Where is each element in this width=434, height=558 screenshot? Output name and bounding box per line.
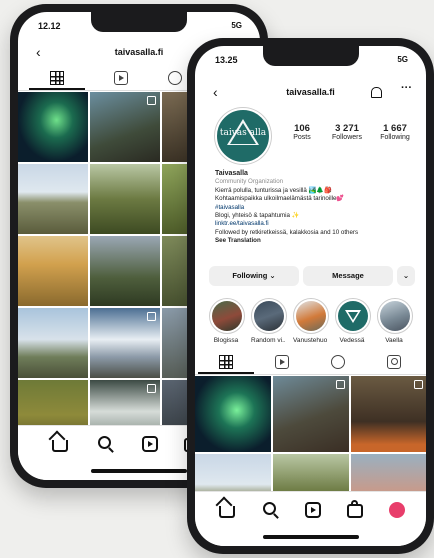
- highlight-label: Blogissa: [213, 337, 239, 344]
- following-button[interactable]: Following ⌄: [209, 266, 299, 286]
- search-icon[interactable]: [98, 436, 111, 449]
- post-thumbnail[interactable]: [18, 236, 88, 306]
- highlight-label: Vaella: [385, 337, 403, 344]
- down-triangle-inner: [348, 312, 358, 320]
- stat-value: 1 667: [383, 123, 407, 134]
- reels-icon[interactable]: [275, 355, 289, 369]
- home-indicator: [91, 469, 187, 473]
- profile-tabs: [195, 352, 426, 375]
- bottom-nav: [195, 491, 426, 546]
- reels-icon[interactable]: [305, 502, 321, 518]
- highlight-item[interactable]: Blogissa: [209, 298, 245, 344]
- guides-icon[interactable]: [331, 355, 345, 369]
- post-thumbnail[interactable]: [195, 376, 271, 452]
- highlight-image: [338, 301, 368, 331]
- highlight-ring: [377, 298, 413, 334]
- multi-post-icon: [336, 380, 345, 389]
- bio-category: Community Organization: [215, 178, 284, 186]
- highlight-label: Vedessä: [339, 337, 365, 344]
- post-thumbnail[interactable]: [18, 164, 88, 234]
- highlight-ring: [209, 298, 245, 334]
- highlight-item[interactable]: Vanustehuol...: [293, 298, 329, 344]
- stat-label: Followers: [332, 134, 362, 141]
- see-translation[interactable]: See Translation: [215, 237, 412, 245]
- status-time: 12.12: [38, 21, 61, 31]
- highlight-item[interactable]: Random vi...: [251, 298, 287, 344]
- highlight-image: [254, 301, 284, 331]
- stat-followers[interactable]: 3 271 Followers: [327, 123, 367, 141]
- highlight-image: [380, 301, 410, 331]
- message-button[interactable]: Message: [303, 266, 393, 286]
- more-icon[interactable]: ···: [401, 82, 412, 94]
- stat-following[interactable]: 1 667 Following: [375, 123, 415, 141]
- reels-icon[interactable]: [114, 71, 128, 85]
- bio-name: Taivasalla: [215, 170, 248, 177]
- search-icon[interactable]: [263, 502, 276, 515]
- avatar-logo-text: taivas alla: [219, 128, 267, 138]
- status-signal: 5G: [231, 21, 242, 30]
- profile-header: ‹ taivasalla.fi ···: [195, 80, 426, 104]
- highlight-ring: [293, 298, 329, 334]
- grid-icon[interactable]: [29, 71, 85, 90]
- post-thumbnail[interactable]: [90, 92, 160, 162]
- post-thumbnail[interactable]: [90, 236, 160, 306]
- highlight-image: [212, 301, 242, 331]
- bio-link[interactable]: linktr.ee/taivasalla.fi: [215, 220, 412, 228]
- profile-username: taivasalla.fi: [286, 87, 335, 97]
- profile-avatar[interactable]: taivas alla: [215, 108, 271, 164]
- highlight-image: [296, 301, 326, 331]
- home-indicator: [262, 535, 359, 539]
- post-thumbnail[interactable]: [273, 376, 349, 452]
- bio-line: Kohtaamispaikka ulkoilmaelämästä tarinoi…: [215, 195, 345, 203]
- post-thumbnail[interactable]: [18, 308, 88, 378]
- tagged-icon[interactable]: [387, 355, 401, 369]
- multi-post-icon: [147, 384, 156, 393]
- home-icon[interactable]: [52, 440, 68, 452]
- bell-icon[interactable]: [371, 87, 382, 98]
- post-thumbnail[interactable]: [351, 376, 426, 452]
- front-phone: 13.25 5G ‹ taivasalla.fi ··· taivas alla…: [187, 38, 434, 554]
- followed-by[interactable]: Followed by retkiretkeissä, kalakkosia a…: [215, 229, 412, 237]
- status-time: 13.25: [215, 55, 238, 65]
- highlight-label: Vanustehuol...: [293, 337, 327, 344]
- suggested-button[interactable]: ⌄: [397, 266, 415, 286]
- notch: [91, 12, 187, 32]
- post-thumbnail[interactable]: [90, 308, 160, 378]
- stat-label: Posts: [293, 134, 311, 141]
- stat-posts[interactable]: 106 Posts: [287, 123, 317, 141]
- multi-post-icon: [414, 380, 423, 389]
- multi-post-icon: [147, 312, 156, 321]
- highlight-item[interactable]: Vaella: [377, 298, 413, 344]
- reels-icon[interactable]: [142, 436, 158, 452]
- bio-hashtag[interactable]: #taivasalla: [215, 204, 412, 212]
- guides-icon[interactable]: [168, 71, 182, 85]
- front-phone-screen: 13.25 5G ‹ taivasalla.fi ··· taivas alla…: [195, 46, 426, 546]
- multi-post-icon: [147, 96, 156, 105]
- grid-icon[interactable]: [198, 355, 254, 374]
- profile-avatar-icon[interactable]: [389, 502, 405, 518]
- notch: [262, 46, 359, 66]
- highlight-ring: [335, 298, 371, 334]
- shop-icon[interactable]: [347, 500, 363, 518]
- stat-value: 3 271: [335, 123, 359, 134]
- post-thumbnail[interactable]: [90, 164, 160, 234]
- post-thumbnail[interactable]: [18, 92, 88, 162]
- profile-bio: Taivasalla Community Organization Kierrä…: [215, 170, 412, 246]
- stat-label: Following: [380, 134, 410, 141]
- home-icon[interactable]: [219, 506, 235, 518]
- highlight-item[interactable]: Vedessä: [335, 298, 371, 344]
- stat-value: 106: [294, 123, 310, 134]
- bio-line: Blogi, yhteisö & tapahtumia ✨: [215, 212, 300, 220]
- bio-line: Kierrä polulla, tunturissa ja vesillä 🏞️…: [215, 186, 332, 194]
- highlight-label: Random vi...: [251, 337, 285, 344]
- status-signal: 5G: [397, 55, 408, 64]
- highlight-ring: [251, 298, 287, 334]
